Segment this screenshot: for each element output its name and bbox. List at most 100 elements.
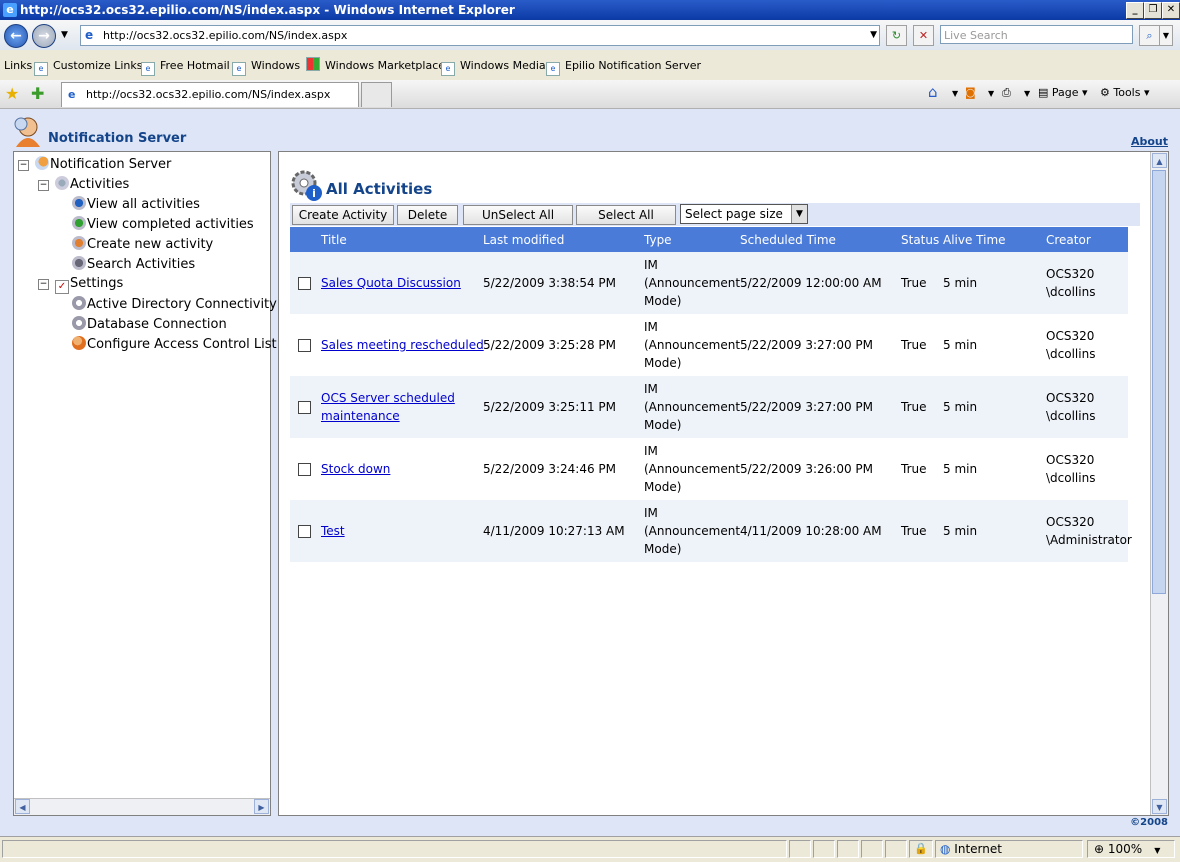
scroll-down-icon[interactable]: ▼	[1152, 799, 1167, 814]
add-favorite-icon[interactable]: ✚	[31, 84, 44, 103]
tools-menu[interactable]: ⚙ Tools ▾	[1100, 86, 1150, 99]
globe-icon: ◍	[940, 842, 955, 856]
scrollbar-thumb[interactable]	[1152, 170, 1166, 594]
tab-current[interactable]: e http://ocs32.ocs32.epilio.com/NS/index.…	[61, 82, 359, 107]
sidebar-item-active-directory[interactable]: Active Directory Connectivity	[72, 296, 277, 312]
print-icon[interactable]: ⎙	[1002, 86, 1011, 100]
column-header-alive-time[interactable]: Alive Time	[943, 233, 1006, 247]
favorite-link[interactable]: Windows Marketplace	[306, 55, 445, 77]
history-dropdown-icon[interactable]: ▼	[61, 30, 68, 40]
search-input[interactable]: Live Search	[940, 25, 1133, 44]
page-size-select[interactable]: Select page size ▼	[680, 204, 808, 224]
feeds-dropdown-icon[interactable]: ▼	[988, 89, 994, 98]
search-options-icon[interactable]: ▼	[1159, 25, 1173, 46]
sidebar-item-search-activities[interactable]: Search Activities	[72, 256, 195, 272]
favorite-link[interactable]: e Customize Links	[34, 55, 143, 77]
activity-title-link-line2[interactable]: maintenance	[321, 407, 400, 425]
new-tab-button[interactable]	[361, 82, 392, 107]
page-icon: e	[85, 28, 94, 42]
type-line2: (Announcement	[644, 338, 741, 352]
ie-logo-icon: e	[3, 3, 17, 17]
last-modified: 4/11/2009 10:27:13 AM	[483, 524, 625, 538]
column-header-type[interactable]: Type	[644, 233, 672, 247]
back-button[interactable]: ←	[4, 24, 28, 48]
last-modified: 5/22/2009 3:38:54 PM	[483, 276, 617, 290]
address-input[interactable]: e http://ocs32.ocs32.epilio.com/NS/index.…	[80, 25, 880, 46]
collapse-icon[interactable]: −	[18, 160, 29, 171]
home-dropdown-icon[interactable]: ▼	[952, 89, 958, 98]
column-header-title[interactable]: Title	[321, 233, 347, 247]
forward-button[interactable]: →	[32, 24, 56, 48]
activity-title-link[interactable]: OCS Server scheduled	[321, 389, 455, 407]
search-icon[interactable]: ⌕	[1139, 25, 1160, 46]
activity-title-link[interactable]: Stock down	[321, 460, 390, 478]
tree-node-activities[interactable]: − Activities	[38, 176, 129, 192]
scheduled-time: 5/22/2009 3:27:00 PM	[740, 400, 874, 414]
favorite-link[interactable]: e Epilio Notification Server	[546, 55, 701, 77]
print-dropdown-icon[interactable]: ▼	[1024, 89, 1030, 98]
alive-time: 5 min	[943, 462, 978, 476]
close-button[interactable]: ✕	[1162, 2, 1180, 19]
row-checkbox[interactable]	[298, 463, 311, 476]
unselect-all-button[interactable]: UnSelect All	[463, 205, 573, 225]
favorite-link[interactable]: e Windows Media	[441, 55, 546, 77]
tree-node-root[interactable]: − Notification Server	[18, 156, 171, 172]
activity-title-link[interactable]: Test	[321, 522, 345, 540]
select-all-button[interactable]: Select All	[576, 205, 676, 225]
tree-node-settings[interactable]: − ✓ Settings	[38, 276, 123, 294]
home-icon[interactable]: ⌂	[928, 83, 938, 101]
protected-mode-icon[interactable]: 🔒	[909, 840, 933, 858]
chevron-down-icon: ▼	[791, 205, 807, 223]
maximize-button[interactable]: ❐	[1144, 2, 1162, 19]
scroll-right-icon[interactable]: ▶	[254, 799, 269, 814]
vertical-scrollbar[interactable]: ▲ ▼	[1150, 152, 1168, 815]
sidebar-item-view-all-activities[interactable]: View all activities	[72, 196, 200, 212]
scroll-up-icon[interactable]: ▲	[1152, 153, 1167, 168]
notification-server-icon	[35, 156, 49, 170]
favorite-link[interactable]: e Free Hotmail	[141, 55, 230, 77]
zoom-icon: ⊕	[1094, 842, 1108, 856]
sidebar-item-access-control-list[interactable]: Configure Access Control List	[72, 336, 277, 352]
column-header-status[interactable]: Status	[901, 233, 939, 247]
column-header-creator[interactable]: Creator	[1046, 233, 1091, 247]
page-title: All Activities	[326, 180, 433, 198]
collapse-icon[interactable]: −	[38, 279, 49, 290]
row-checkbox[interactable]	[298, 525, 311, 538]
status: True	[901, 524, 927, 538]
row-checkbox[interactable]	[298, 277, 311, 290]
status-segment	[789, 840, 811, 858]
horizontal-scrollbar[interactable]: ◀ ▶	[14, 798, 270, 815]
type-line3: Mode)	[644, 480, 682, 494]
scroll-left-icon[interactable]: ◀	[15, 799, 30, 814]
sidebar-item-create-new-activity[interactable]: Create new activity	[72, 236, 213, 252]
delete-button[interactable]: Delete	[397, 205, 458, 225]
copyright: ©2008	[1130, 817, 1168, 828]
row-checkbox[interactable]	[298, 339, 311, 352]
activity-title-link[interactable]: Sales meeting rescheduled	[321, 336, 484, 354]
feeds-icon[interactable]: ◙	[965, 86, 976, 99]
security-zone[interactable]: ◍ Internet	[935, 840, 1083, 858]
stop-icon[interactable]: ✕	[913, 25, 934, 46]
sidebar-item-view-completed-activities[interactable]: View completed activities	[72, 216, 254, 232]
column-header-scheduled-time[interactable]: Scheduled Time	[740, 233, 836, 247]
window-title: http://ocs32.ocs32.epilio.com/NS/index.a…	[20, 3, 515, 17]
favorite-link[interactable]: e Windows	[232, 55, 300, 77]
sidebar-item-database-connection[interactable]: Database Connection	[72, 316, 227, 332]
settings-checklist-icon: ✓	[55, 280, 69, 294]
gear-icon	[72, 296, 86, 310]
favorites-star-icon[interactable]: ★	[5, 84, 19, 103]
about-link[interactable]: About	[1131, 135, 1168, 148]
collapse-icon[interactable]: −	[38, 180, 49, 191]
page-menu[interactable]: ▤ Page ▾	[1038, 86, 1088, 99]
zoom-control[interactable]: ⊕ 100% ▼	[1087, 840, 1175, 858]
address-dropdown-icon[interactable]: ▼	[870, 26, 877, 45]
create-activity-button[interactable]: Create Activity	[292, 205, 394, 225]
refresh-icon[interactable]: ↻	[886, 25, 907, 46]
status-segment	[885, 840, 907, 858]
type-line1: IM	[644, 506, 658, 520]
column-header-last-modified[interactable]: Last modified	[483, 233, 564, 247]
notification-server-logo-icon	[14, 117, 40, 147]
row-checkbox[interactable]	[298, 401, 311, 414]
activity-title-link[interactable]: Sales Quota Discussion	[321, 274, 461, 292]
minimize-button[interactable]: _	[1126, 2, 1144, 19]
